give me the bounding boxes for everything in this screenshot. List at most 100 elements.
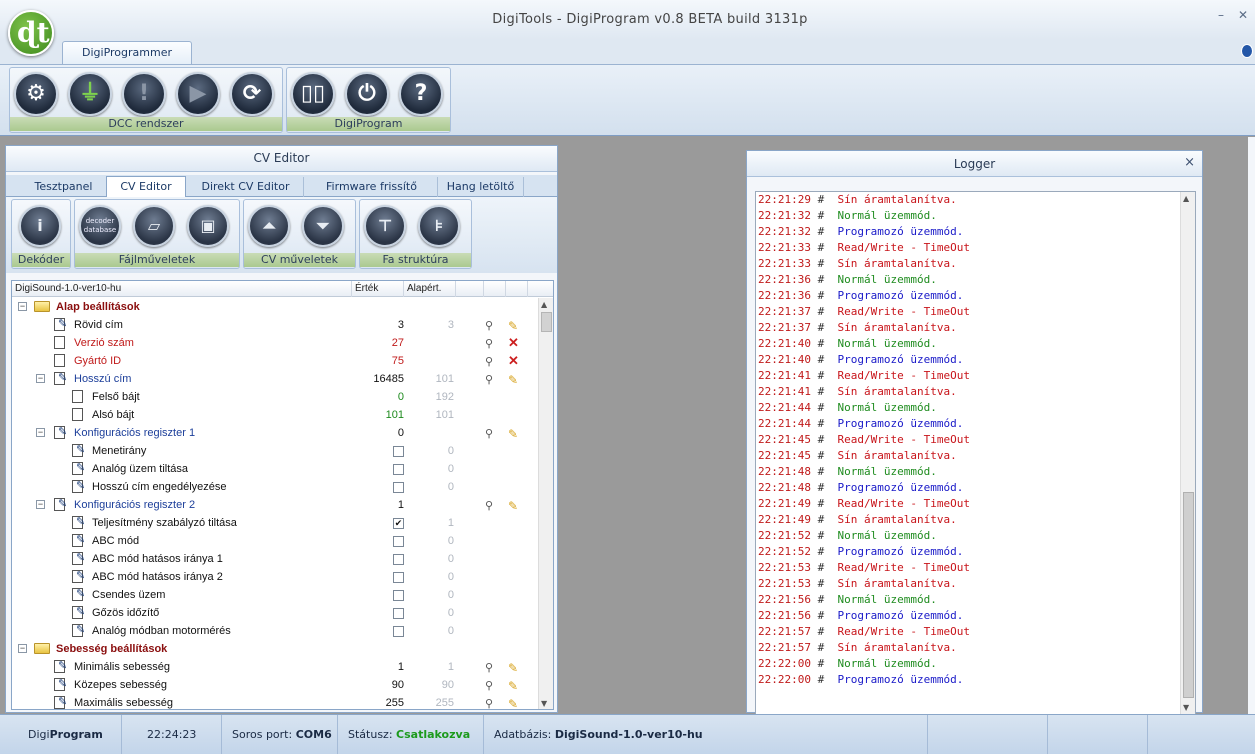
tree-scrollbar[interactable]: ▲ ▼ — [538, 298, 553, 709]
cv-bit-checkbox[interactable] — [393, 554, 404, 565]
minimize-icon[interactable]: – — [1218, 8, 1224, 22]
tab-firmware[interactable]: Firmware frissítő — [306, 177, 438, 197]
cv-value[interactable]: 0 — [352, 424, 404, 442]
tree-row[interactable]: Gyártó ID 75 ⚲ ✕ — [12, 352, 539, 370]
cv-value[interactable]: 255 — [352, 694, 404, 709]
tree-row[interactable]: Hosszú cím engedélyezése 0 — [12, 477, 539, 496]
cv-value[interactable]: 101 — [352, 406, 404, 424]
cv-bit-checkbox[interactable]: ✔ — [393, 518, 404, 529]
tree-row[interactable]: − Konfigurációs regiszter 1 0 ⚲ ✎ — [12, 423, 539, 442]
collapse-toggle-icon[interactable]: − — [18, 302, 27, 311]
tree-row[interactable]: Minimális sebesség 1 1 ⚲ ✎ — [12, 657, 539, 676]
tree-row[interactable]: Csendes üzem 0 — [12, 585, 539, 604]
tree-row[interactable]: Maximális sebesség 255 255 ⚲ ✎ — [12, 693, 539, 709]
tree-group-row[interactable]: − Alap beállítások — [12, 298, 539, 316]
read-cv-icon[interactable]: ⚲ — [485, 497, 497, 512]
refresh-button[interactable]: ⟳ — [230, 72, 274, 116]
read-cv-icon[interactable]: ⚲ — [485, 677, 497, 692]
log-scroll-up-icon[interactable]: ▲ — [1183, 194, 1189, 203]
cv-value[interactable]: 27 — [352, 334, 404, 352]
tree-row[interactable]: Menetirány 0 — [12, 441, 539, 460]
tree-row[interactable]: Közepes sebesség 90 90 ⚲ ✎ — [12, 675, 539, 694]
cv-bit-checkbox[interactable] — [393, 464, 404, 475]
tree-row[interactable]: Gőzös időzítő 0 — [12, 603, 539, 622]
cv-value[interactable]: 16485 — [352, 370, 404, 388]
log-scroll-thumb[interactable] — [1183, 492, 1194, 698]
emergency-button[interactable]: ! — [122, 72, 166, 116]
logger-close-icon[interactable]: × — [1184, 155, 1195, 170]
decoder-info-button[interactable]: i — [19, 205, 61, 247]
log-scrollbar[interactable]: ▲ ▼ — [1180, 192, 1195, 714]
tree-row[interactable]: Analóg módban motormérés 0 — [12, 621, 539, 640]
open-file-button[interactable]: ▱ — [133, 205, 175, 247]
app-logo[interactable]: ɖt — [8, 10, 54, 56]
header-value[interactable]: Érték — [352, 281, 404, 297]
settings-button[interactable]: ⚙ — [14, 72, 58, 116]
collapse-toggle-icon[interactable]: − — [18, 644, 27, 653]
scroll-down-icon[interactable]: ▼ — [541, 699, 547, 708]
cv-bit-checkbox[interactable] — [393, 572, 404, 583]
tree-scroll-thumb[interactable] — [541, 312, 552, 332]
read-cv-icon[interactable]: ⚲ — [485, 695, 497, 709]
read-cv-icon[interactable]: ⚲ — [485, 353, 497, 368]
cv-value[interactable]: 3 — [352, 316, 404, 334]
cv-bit-checkbox[interactable] — [393, 536, 404, 547]
tab-cv-editor[interactable]: CV Editor — [106, 176, 186, 198]
pencil-icon[interactable]: ✎ — [508, 317, 520, 333]
tab-hang-letolto[interactable]: Hang letöltő — [438, 177, 524, 197]
read-cv-icon[interactable]: ⚲ — [485, 335, 497, 350]
tree-expand-button[interactable]: ⊧ — [418, 205, 460, 247]
pencil-icon[interactable]: ✎ — [508, 659, 520, 675]
cv-bit-checkbox[interactable] — [393, 482, 404, 493]
tab-digiprogrammer[interactable]: DigiProgrammer — [62, 41, 192, 64]
pencil-icon[interactable]: ✎ — [508, 677, 520, 693]
scroll-up-icon[interactable]: ▲ — [541, 300, 547, 309]
tree-row[interactable]: Rövid cím 3 3 ⚲ ✎ — [12, 315, 539, 334]
collapse-toggle-icon[interactable]: − — [36, 500, 45, 509]
close-icon[interactable]: ✕ — [1238, 8, 1248, 22]
cv-bit-checkbox[interactable] — [393, 608, 404, 619]
cv-write-button[interactable]: ⏶ — [248, 205, 290, 247]
tree-group-row[interactable]: − Sebesség beállítások — [12, 640, 539, 658]
read-cv-icon[interactable]: ⚲ — [485, 425, 497, 440]
pencil-icon[interactable]: ✎ — [508, 695, 520, 709]
connect-button[interactable]: ⏚ — [68, 72, 112, 116]
tree-row[interactable]: Felső bájt 0 192 — [12, 388, 539, 406]
read-cv-icon[interactable]: ⚲ — [485, 371, 497, 386]
cv-read-button[interactable]: ⏷ — [302, 205, 344, 247]
tree-collapse-button[interactable]: ⊤ — [364, 205, 406, 247]
header-name[interactable]: DigiSound-1.0-ver10-hu — [12, 281, 352, 297]
tree-row[interactable]: ABC mód hatásos iránya 1 0 — [12, 549, 539, 568]
tree-row[interactable]: − Konfigurációs regiszter 2 1 ⚲ ✎ — [12, 495, 539, 514]
tab-tesztpanel[interactable]: Tesztpanel — [10, 177, 118, 197]
tree-row[interactable]: Verzió szám 27 ⚲ ✕ — [12, 334, 539, 352]
panels-button[interactable]: ▯▯ — [291, 72, 335, 116]
read-cv-icon[interactable]: ⚲ — [485, 317, 497, 332]
cv-bit-checkbox[interactable] — [393, 590, 404, 601]
tree-row[interactable]: ABC mód 0 — [12, 531, 539, 550]
decoder-database-button[interactable]: decoder database — [79, 205, 121, 247]
pencil-icon[interactable]: ✎ — [508, 497, 520, 513]
cv-value[interactable]: 0 — [352, 388, 404, 406]
cv-value[interactable]: 1 — [352, 496, 404, 514]
play-button[interactable]: ▶ — [176, 72, 220, 116]
read-cv-icon[interactable]: ⚲ — [485, 659, 497, 674]
log-scroll-down-icon[interactable]: ▼ — [1183, 703, 1189, 712]
help-button[interactable]: ? — [399, 72, 443, 116]
cv-value[interactable]: 90 — [352, 676, 404, 694]
collapse-toggle-icon[interactable]: − — [36, 374, 45, 383]
cv-bit-checkbox[interactable] — [393, 626, 404, 637]
tree-row[interactable]: Teljesítmény szabályzó tiltása ✔ 1 — [12, 513, 539, 532]
pencil-icon[interactable]: ✎ — [508, 371, 520, 387]
header-default[interactable]: Alapért. — [404, 281, 456, 297]
save-file-button[interactable]: ▣ — [187, 205, 229, 247]
cv-bit-checkbox[interactable] — [393, 446, 404, 457]
pencil-icon[interactable]: ✎ — [508, 425, 520, 441]
help-icon[interactable] — [1241, 44, 1253, 58]
power-button[interactable]: ⏻ — [345, 72, 389, 116]
cv-value[interactable]: 1 — [352, 658, 404, 676]
tree-row[interactable]: ABC mód hatásos iránya 2 0 — [12, 567, 539, 586]
delete-icon[interactable]: ✕ — [508, 334, 520, 350]
collapse-toggle-icon[interactable]: − — [36, 428, 45, 437]
cv-value[interactable]: 75 — [352, 352, 404, 370]
